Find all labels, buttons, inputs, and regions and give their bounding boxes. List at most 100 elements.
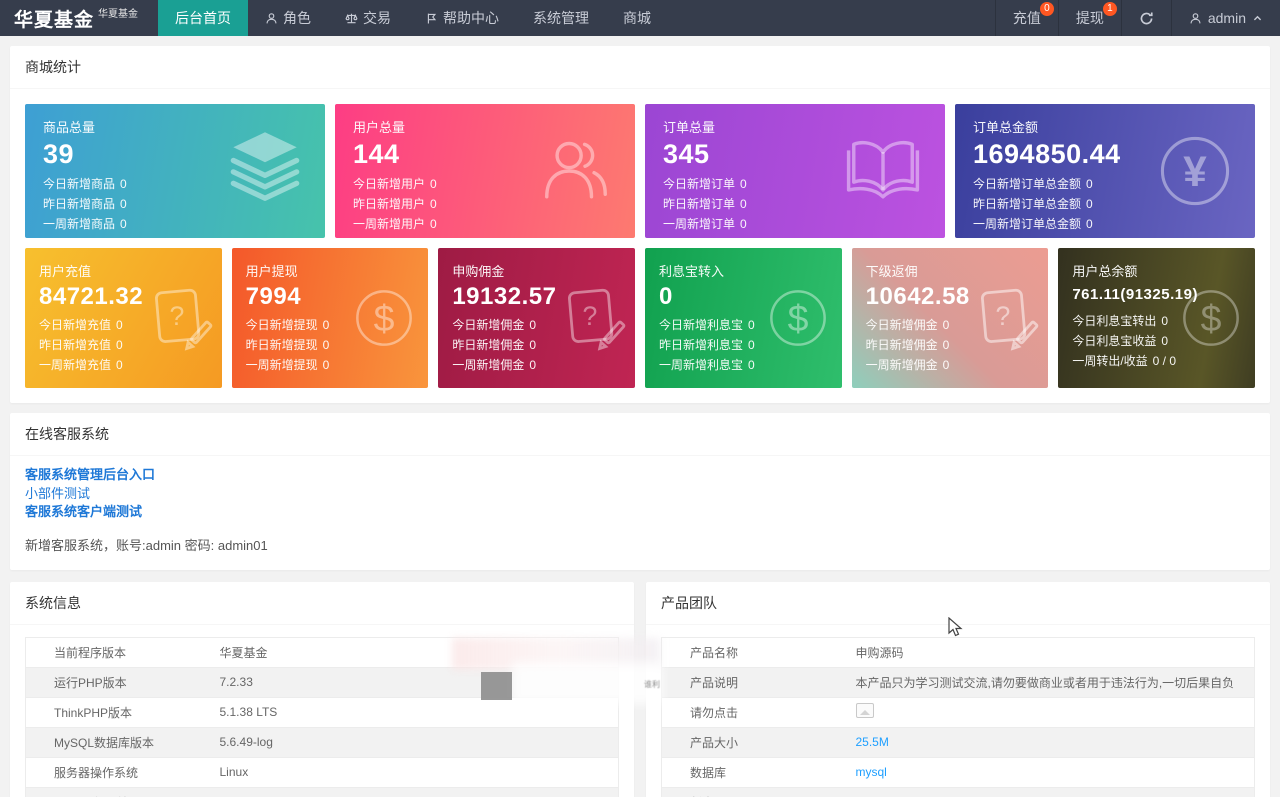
menu-item-mall[interactable]: 商城 <box>606 0 668 36</box>
menu-item-label: 交易 <box>363 10 391 26</box>
username: admin <box>1207 10 1246 26</box>
menu-item-label: 帮助中心 <box>443 10 499 26</box>
table-row: 请勿点击 <box>661 697 1255 728</box>
table-row: 服务器操作系统 Linux <box>25 757 619 788</box>
row-label: ThinkPHP版本 <box>25 697 208 728</box>
row-value: mysql <box>843 757 1255 788</box>
stat-title: 用户提现 <box>245 264 298 279</box>
refresh-button[interactable] <box>1120 0 1171 36</box>
stat-card-user-balance: 用户总余额 761.11(91325.19) 今日利息宝转出 0 今日利息宝收益 0… <box>1058 248 1255 388</box>
row-label: WEB运行环境 <box>25 787 208 797</box>
stat-line-label: 今日新增商品 <box>43 177 116 191</box>
scales-icon <box>345 13 358 23</box>
layers-icon <box>230 132 300 201</box>
stat-line-label: 昨日新增提现 <box>245 338 318 352</box>
row-label: 运行PHP版本 <box>25 667 208 698</box>
database-link[interactable]: mysql <box>856 765 887 779</box>
withdraw-badge: 1 <box>1102 2 1117 16</box>
doc-question-icon: ? <box>981 288 1039 351</box>
menu-item-help-center[interactable]: 帮助中心 <box>408 0 516 36</box>
stat-line-label: 今日新增佣金 <box>452 318 525 332</box>
widget-test-link[interactable]: 小部件测试 <box>25 485 1255 504</box>
menu-item-label: 角色 <box>283 10 311 26</box>
menu-item-trade[interactable]: 交易 <box>328 0 408 36</box>
system-info-panel: 系统信息 当前程序版本 华夏基金 运行PHP版本 7.2.33 ThinkPHP版本… <box>10 581 634 797</box>
menu-item-roles[interactable]: 角色 <box>248 0 328 36</box>
row-label: 数据库 <box>661 757 844 788</box>
navbar-right: 充值 0 提现 1 admin <box>994 0 1280 36</box>
stat-line-label: 今日新增订单 <box>663 177 736 191</box>
stat-line-value: 0 <box>740 197 747 211</box>
stat-line-label: 今日新增充值 <box>39 318 112 332</box>
stat-line-value: 0 <box>322 358 330 372</box>
stat-line: 一周新增充值 0 <box>39 355 208 375</box>
withdraw-button[interactable]: 提现 1 <box>1057 0 1121 36</box>
table-row: ThinkPHP版本 5.1.38 LTS <box>25 697 619 728</box>
stat-line-value: 0 / 0 <box>1152 354 1177 368</box>
stat-line-label: 一周新增提现 <box>245 358 318 372</box>
stat-line-value: 0 <box>748 338 755 352</box>
book-icon <box>846 141 920 199</box>
stat-line-value: 0 <box>1161 314 1169 328</box>
yen-circle-icon: ¥ <box>1160 136 1230 206</box>
stat-line-value: 0 <box>740 177 747 191</box>
stat-line-label: 昨日新增利息宝 <box>659 338 744 352</box>
doc-question-icon: ? <box>568 288 626 351</box>
stat-line-label: 一周新增佣金 <box>865 358 938 372</box>
stat-card-subscribe-commission: 申购佣金 19132.57 今日新增佣金 0 昨日新增佣金 0 一周新增佣金 0 ? <box>438 248 635 388</box>
user-dropdown[interactable]: admin <box>1170 0 1280 36</box>
stat-card-sub-rebate: 下级返佣 10642.58 今日新增佣金 0 昨日新增佣金 0 一周新增佣金 0 ? <box>851 248 1049 388</box>
table-row: 版本20100106 <box>661 787 1255 797</box>
table-row: 产品说明 本产品只为学习测试交流,请勿要做商业或者用于违法行为,一切后果自负 <box>661 667 1255 698</box>
svg-text:$: $ <box>1201 297 1222 339</box>
broken-image-icon[interactable] <box>855 703 874 718</box>
stat-line-value: 0 <box>1086 177 1093 191</box>
stat-line: 一周新增佣金 0 <box>452 355 621 375</box>
stat-line-value: 0 <box>1086 217 1093 231</box>
row-value <box>843 697 1255 728</box>
stat-line-value: 0 <box>116 318 123 332</box>
stat-line-value: 0 <box>529 338 537 352</box>
stat-line-value: 0 <box>116 338 123 352</box>
stat-line-label: 一周新增订单总金额 <box>973 217 1082 231</box>
mall-stats-panel: 商城统计 商品总量 39 今日新增商品0 昨日新增商品0 一周新增商品0 <box>10 46 1270 403</box>
stat-line-value: 0 <box>430 217 437 231</box>
row-value: 25.5M <box>843 727 1255 758</box>
app-logo[interactable]: 华夏基金 华夏基金 <box>0 0 158 36</box>
dollar-circle-icon: $ <box>769 290 826 346</box>
service-client-test-link[interactable]: 客服系统客户端测试 <box>25 503 1255 522</box>
online-service-panel: 在线客服系统 客服系统管理后台入口 小部件测试 客服系统客户端测试 新增客服系统… <box>10 413 1270 570</box>
product-size-link[interactable]: 25.5M <box>856 735 889 749</box>
menu-item-dashboard[interactable]: 后台首页 <box>158 0 248 36</box>
stat-line-label: 一周新增充值 <box>39 358 112 372</box>
menu-item-system[interactable]: 系统管理 <box>516 0 606 36</box>
stat-line-value: 0 <box>1086 197 1093 211</box>
logo-sup-text: 华夏基金 <box>98 8 139 20</box>
stat-line-value: 0 <box>942 358 950 372</box>
row-label: 服务器操作系统 <box>25 757 208 788</box>
row-value: 20100106 <box>843 787 1255 797</box>
stats-row-1: 商品总量 39 今日新增商品 0 昨日新增商品 0 一周新增商品 0 用户总量 144 <box>25 104 1255 238</box>
row-value: 华夏基金 <box>207 637 619 668</box>
stat-line-value: 0 <box>748 318 755 332</box>
stat-line-label: 一周新增佣金 <box>452 358 525 372</box>
stat-line-value: 0 <box>322 318 330 332</box>
dollar-circle-icon: $ <box>356 290 413 346</box>
service-admin-entry-link[interactable]: 客服系统管理后台入口 <box>25 466 1255 485</box>
stat-card-products-total: 商品总量 39 今日新增商品 0 昨日新增商品 0 一周新增商品 0 <box>25 104 325 238</box>
recharge-button[interactable]: 充值 0 <box>994 0 1058 36</box>
stat-card-orders-total: 订单总量 345 今日新增订单 0 昨日新增订单 0 一周新增订单 0 <box>645 104 945 238</box>
stat-line-label: 昨日新增用户 <box>353 197 426 211</box>
stat-line-label: 今日利息宝收益 <box>1072 334 1157 348</box>
flag-icon <box>427 13 437 24</box>
stat-line-value: 0 <box>748 358 755 372</box>
stat-line-label: 一周转出/收益 <box>1072 354 1148 368</box>
row-label: 请勿点击 <box>661 697 844 728</box>
row-value: 5.1.38 LTS <box>207 697 619 728</box>
mall-stats-title: 商城统计 <box>10 46 1270 89</box>
stat-card-order-amount: 订单总金额 1694850.44 今日新增订单总金额 0 昨日新增订单总金额 0 一… <box>955 104 1255 238</box>
stat-line: 一周新增用户 0 <box>353 214 617 234</box>
table-row: 运行PHP版本 7.2.33 <box>25 667 619 698</box>
stat-line-label: 今日新增订单总金额 <box>973 177 1082 191</box>
stat-line-label: 一周新增用户 <box>353 217 426 231</box>
